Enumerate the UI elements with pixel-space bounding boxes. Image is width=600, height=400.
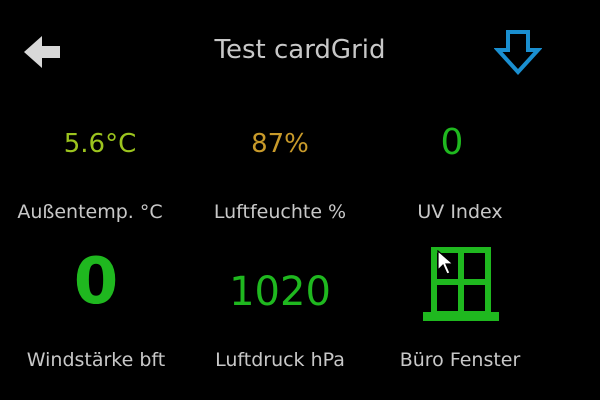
card-value: 87%	[251, 129, 309, 159]
arrow-down-icon	[494, 30, 542, 75]
card-grid-screen: Test cardGrid 5.6°C Außentemp. °C 87% Lu…	[0, 0, 600, 400]
card-humidity[interactable]: 87% Luftfeuchte %	[180, 120, 380, 230]
card-value: 5.6°C	[63, 129, 137, 159]
card-label: Windstärke bft	[26, 349, 166, 371]
card-value: 1020	[229, 269, 331, 315]
card-air-pressure[interactable]: 1020 Luftdruck hPa	[180, 245, 380, 375]
card-label: UV Index	[417, 201, 503, 223]
card-label: Büro Fenster	[399, 349, 521, 371]
card-value: 0	[440, 122, 464, 163]
card-label: Luftfeuchte %	[213, 201, 347, 223]
card-label: Luftdruck hPa	[215, 349, 345, 371]
window-icon	[423, 247, 499, 321]
card-label: Außentemp. °C	[17, 201, 163, 223]
card-value: 0	[73, 245, 119, 319]
mouse-cursor-icon	[437, 250, 455, 275]
page-down-button[interactable]	[490, 24, 546, 80]
card-uv-index[interactable]: 0 UV Index	[360, 120, 560, 230]
card-outdoor-temp[interactable]: 5.6°C Außentemp. °C	[0, 120, 200, 230]
card-wind-strength[interactable]: 0 Windstärke bft	[0, 245, 200, 375]
